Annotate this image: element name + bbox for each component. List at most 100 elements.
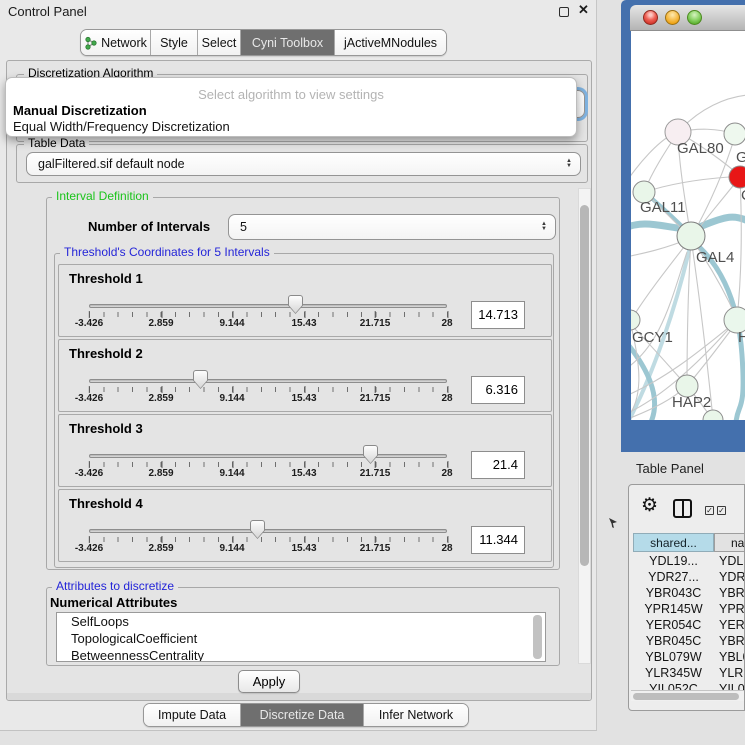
tab-label: Style xyxy=(160,36,188,50)
float-window-icon[interactable] xyxy=(559,7,569,17)
tab-style[interactable]: Style xyxy=(151,30,198,55)
tab-label: Discretize Data xyxy=(260,708,345,722)
number-of-intervals-spinner[interactable]: 5 ▲▼ xyxy=(228,214,556,240)
list-scrollbar-thumb[interactable] xyxy=(533,615,542,659)
tick-label: 21.715 xyxy=(360,543,391,554)
tick-label: 21.715 xyxy=(360,393,391,404)
numerical-attributes-label: Numerical Attributes xyxy=(50,595,177,610)
table-horizontal-scrollbar[interactable] xyxy=(631,690,744,701)
slider-track[interactable] xyxy=(89,304,447,308)
checkbox-icon[interactable]: ✓ xyxy=(717,506,726,515)
node-label-gal80: GAL80 xyxy=(677,140,724,157)
attributes-group-title: Attributes to discretize xyxy=(52,580,178,593)
list-item[interactable]: TopologicalCoefficient xyxy=(57,630,545,647)
slider-track[interactable] xyxy=(89,379,447,383)
slider-track[interactable] xyxy=(89,529,447,533)
node-label-gal4: GAL4 xyxy=(696,249,734,266)
cell-shared-name: YDR27... xyxy=(633,570,714,586)
zoom-traffic-light-icon[interactable] xyxy=(687,10,702,25)
node-gcy1[interactable] xyxy=(631,310,640,330)
table-row[interactable]: YBR043CYBR043C xyxy=(633,586,745,602)
table-row[interactable]: YLR345WYLR345W xyxy=(633,666,745,682)
tick-label: 28 xyxy=(441,393,452,404)
table-panel-title: Table Panel xyxy=(636,461,704,476)
slider-track[interactable] xyxy=(89,454,447,458)
content-bottom-strip xyxy=(7,693,591,700)
tab-label: Network xyxy=(101,36,147,50)
gear-icon[interactable]: ⚙ xyxy=(641,496,658,515)
number-of-intervals-value: 5 xyxy=(229,220,541,234)
tab-cyni-toolbox[interactable]: Cyni Toolbox xyxy=(241,30,335,55)
tab-network[interactable]: Network xyxy=(81,30,151,55)
control-panel-tabbar: Network Style Select Cyni Toolbox jActiv… xyxy=(80,29,447,56)
column-header-name[interactable]: name xyxy=(714,533,745,552)
tick-label: 9.144 xyxy=(219,318,244,329)
tab-discretize-data[interactable]: Discretize Data xyxy=(241,704,364,726)
tick-label: -3.426 xyxy=(75,543,103,554)
tab-select[interactable]: Select xyxy=(198,30,241,55)
threshold-value-field[interactable]: 14.713 xyxy=(471,301,525,329)
table-row[interactable]: YDR27...YDR27... xyxy=(633,570,745,586)
threshold-label: Threshold 3 xyxy=(69,421,143,436)
network-canvas[interactable]: GAL80 GA C GAL11 GAL4 GCY1 H HAP2 xyxy=(631,31,745,420)
cell-shared-name: YBL079W xyxy=(633,650,714,666)
node-label-partial-h: H xyxy=(738,329,745,346)
apply-button[interactable]: Apply xyxy=(238,670,300,693)
tick-label: 28 xyxy=(441,468,452,479)
tab-impute-data[interactable]: Impute Data xyxy=(144,704,241,726)
dropdown-option-equal-width[interactable]: Equal Width/Frequency Discretization xyxy=(13,119,230,134)
panel-scrollbar-thumb[interactable] xyxy=(580,205,589,566)
network-icon xyxy=(84,36,97,50)
node-partial-top-right[interactable] xyxy=(724,123,745,145)
screen: Control Panel ✕ Network Style Select Cyn… xyxy=(0,0,745,745)
cyni-bottom-tabbar: Impute Data Discretize Data Infer Networ… xyxy=(143,703,469,727)
stepper-arrows-icon[interactable]: ▲▼ xyxy=(541,222,555,232)
tick-label: 15.43 xyxy=(291,543,316,554)
control-panel-title: Control Panel xyxy=(8,4,87,19)
threshold-label: Threshold 1 xyxy=(69,271,143,286)
threshold-label: Threshold 2 xyxy=(69,346,143,361)
checkbox-icon[interactable]: ✓ xyxy=(705,506,714,515)
list-item[interactable]: BetweennessCentrality xyxy=(57,647,545,662)
tab-infer-network[interactable]: Infer Network xyxy=(364,704,468,726)
node-label-partial-ga: GA xyxy=(736,149,745,166)
list-item[interactable]: SelfLoops xyxy=(57,613,545,630)
close-traffic-light-icon[interactable] xyxy=(643,10,658,25)
cell-shared-name: YBR043C xyxy=(633,586,714,602)
cell-name: YBR043C xyxy=(714,586,745,602)
number-of-intervals-label: Number of Intervals xyxy=(88,219,210,234)
attributes-list[interactable]: SelfLoops TopologicalCoefficient Between… xyxy=(56,612,546,662)
column-header-shared-name[interactable]: shared... xyxy=(633,533,714,552)
close-icon[interactable]: ✕ xyxy=(578,2,589,18)
table-row[interactable]: YPR145WYPR145W xyxy=(633,602,745,618)
threshold-3-panel: Threshold 3 -3.426 2.859 9.144 15.43 21.… xyxy=(58,414,552,487)
node-partial-bottom[interactable] xyxy=(703,410,723,420)
tab-jactivemnodules[interactable]: jActiveMNodules xyxy=(335,30,446,55)
tab-label: Select xyxy=(202,36,237,50)
table-data-combobox[interactable]: galFiltered.sif default node ▲▼ xyxy=(26,152,581,176)
slider-minor-ticks xyxy=(89,537,448,542)
table-row[interactable]: YDL19...YDL19... xyxy=(633,554,745,570)
table-row[interactable]: YER054CYER054C xyxy=(633,618,745,634)
edge xyxy=(645,177,729,192)
dropdown-option-manual[interactable]: Manual Discretization xyxy=(13,103,147,118)
table-row[interactable]: YBL079WYBL079W xyxy=(633,650,745,666)
split-columns-icon[interactable] xyxy=(673,499,692,518)
table-horizontal-scrollbar-thumb[interactable] xyxy=(633,693,739,700)
tick-label: 15.43 xyxy=(291,318,316,329)
node-gal4[interactable] xyxy=(677,222,705,250)
threshold-value-field[interactable]: 21.4 xyxy=(471,451,525,479)
slider-minor-ticks xyxy=(89,312,448,317)
threshold-value-field[interactable]: 11.344 xyxy=(471,526,525,554)
node-label-gal11: GAL11 xyxy=(640,199,686,216)
minimize-traffic-light-icon[interactable] xyxy=(665,10,680,25)
cell-name: YLR345W xyxy=(714,666,745,682)
panel-scrollbar[interactable] xyxy=(578,188,591,664)
stepper-arrows-icon[interactable]: ▲▼ xyxy=(566,159,580,169)
threshold-1-panel: Threshold 1 -3.426 2.859 9.144 15.43 21.… xyxy=(58,264,552,337)
table-row[interactable]: YBR045CYBR045C xyxy=(633,634,745,650)
network-window-titlebar[interactable] xyxy=(630,5,745,31)
tick-label: 21.715 xyxy=(360,468,391,479)
threshold-value-field[interactable]: 6.316 xyxy=(471,376,525,404)
tab-label: Cyni Toolbox xyxy=(252,36,323,50)
